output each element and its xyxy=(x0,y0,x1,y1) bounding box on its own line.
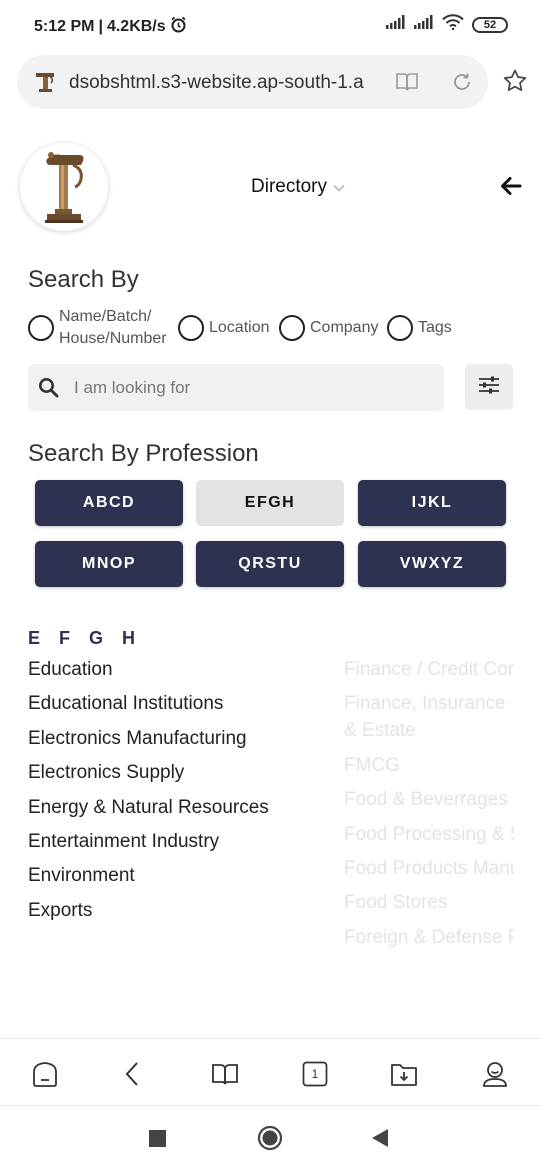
letter-group-heading: E F G H xyxy=(28,628,143,648)
bookmarks-icon[interactable] xyxy=(210,1059,240,1089)
browser-toolbar: 1 xyxy=(0,1038,540,1106)
profession-item[interactable]: Educational Institutions xyxy=(28,690,338,724)
alpha-button-vwxyz[interactable]: VWXYZ xyxy=(358,541,506,587)
profession-item[interactable]: Food Products Manu xyxy=(344,855,514,882)
battery-level: 52 xyxy=(483,18,497,31)
tab-count: 1 xyxy=(311,1067,319,1081)
radio-label: Company xyxy=(310,319,379,336)
alpha-button-ijkl[interactable]: IJKL xyxy=(358,480,506,526)
wifi-icon xyxy=(442,14,464,35)
alpha-button-qrstu[interactable]: QRSTU xyxy=(196,541,344,587)
back-icon[interactable] xyxy=(118,1059,148,1089)
filter-button[interactable] xyxy=(465,364,513,410)
profession-list-right: Finance / Credit Cor Finance, Insurance … xyxy=(344,656,514,958)
system-nav-bar xyxy=(0,1107,540,1170)
profession-item[interactable]: Food & Beverrages xyxy=(344,786,514,813)
battery-icon: 52 xyxy=(472,16,508,33)
radio-circle[interactable] xyxy=(178,315,204,341)
radio-circle[interactable] xyxy=(279,315,305,341)
profession-item[interactable]: Finance, Insurance & Estate xyxy=(344,690,514,744)
profession-item[interactable]: FMCG xyxy=(344,752,514,779)
downloads-icon[interactable] xyxy=(389,1059,419,1089)
profession-item[interactable]: Food Stores xyxy=(344,889,514,916)
profession-item[interactable]: Electronics Manufacturing xyxy=(28,725,338,759)
back-arrow-icon[interactable] xyxy=(500,176,522,201)
sliders-icon xyxy=(477,375,501,400)
site-favicon xyxy=(33,70,57,99)
home-button-icon[interactable] xyxy=(257,1125,283,1156)
system-back-icon[interactable] xyxy=(371,1129,389,1152)
alpha-button-abcd[interactable]: ABCD xyxy=(35,480,183,526)
reload-icon[interactable] xyxy=(451,71,473,98)
radio-circle[interactable] xyxy=(28,315,54,341)
search-input[interactable] xyxy=(74,364,434,411)
search-by-title: Search By xyxy=(28,266,139,293)
chevron-down-icon xyxy=(333,176,345,198)
profession-item[interactable]: Education xyxy=(28,656,338,690)
profession-item[interactable]: Energy & Natural Resources xyxy=(28,794,338,828)
signal-icon xyxy=(414,15,434,34)
radio-tags[interactable]: Tags xyxy=(387,315,452,341)
alpha-button-mnop[interactable]: MNOP xyxy=(35,541,183,587)
profession-item[interactable]: Food Processing & S xyxy=(344,821,514,848)
radio-label: Location xyxy=(209,319,270,336)
url-text[interactable]: dsobshtml.s3-website.ap-south-1.a xyxy=(69,72,387,94)
radio-circle[interactable] xyxy=(387,315,413,341)
profession-item[interactable]: Environment xyxy=(28,862,338,896)
alpha-button-efgh[interactable]: EFGH xyxy=(196,480,344,526)
profession-item[interactable]: Finance / Credit Cor xyxy=(344,656,514,683)
search-by-options: Name/Batch/ House/Number Location Compan… xyxy=(28,306,528,350)
profession-item[interactable]: Exports xyxy=(28,897,338,931)
alarm-icon xyxy=(170,16,187,38)
status-net-speed: 4.2KB/s xyxy=(106,18,166,35)
profession-item[interactable]: Foreign & Defense P xyxy=(344,924,514,951)
search-box[interactable] xyxy=(28,364,444,411)
tabs-icon[interactable]: 1 xyxy=(300,1059,330,1089)
radio-label-line1: Name/Batch/ xyxy=(59,308,152,325)
star-icon[interactable] xyxy=(502,68,528,99)
radio-label: Tags xyxy=(418,319,452,336)
directory-label: Directory xyxy=(251,176,328,197)
home-icon[interactable] xyxy=(30,1059,60,1089)
recent-apps-icon[interactable] xyxy=(149,1130,166,1152)
status-time: 5:12 PM xyxy=(34,18,95,35)
profile-icon[interactable] xyxy=(480,1059,510,1089)
radio-name-batch-house-number[interactable]: Name/Batch/ House/Number xyxy=(28,306,167,350)
search-icon xyxy=(38,377,59,403)
directory-dropdown[interactable]: Directory xyxy=(251,176,345,198)
radio-label-line2: House/Number xyxy=(59,330,167,347)
profession-title: Search By Profession xyxy=(28,440,259,467)
status-bar: 5:12 PM | 4.2KB/s 52 xyxy=(0,0,540,50)
profession-item[interactable]: Entertainment Industry xyxy=(28,828,338,862)
reader-mode-icon[interactable] xyxy=(395,71,419,98)
radio-company[interactable]: Company xyxy=(279,315,378,341)
radio-location[interactable]: Location xyxy=(178,315,270,341)
logo[interactable] xyxy=(20,143,108,231)
profession-list-left: Education Educational Institutions Elect… xyxy=(28,656,338,931)
profession-item[interactable]: Electronics Supply xyxy=(28,759,338,793)
address-bar[interactable]: dsobshtml.s3-website.ap-south-1.a xyxy=(17,55,488,109)
signal-icon xyxy=(386,15,406,34)
